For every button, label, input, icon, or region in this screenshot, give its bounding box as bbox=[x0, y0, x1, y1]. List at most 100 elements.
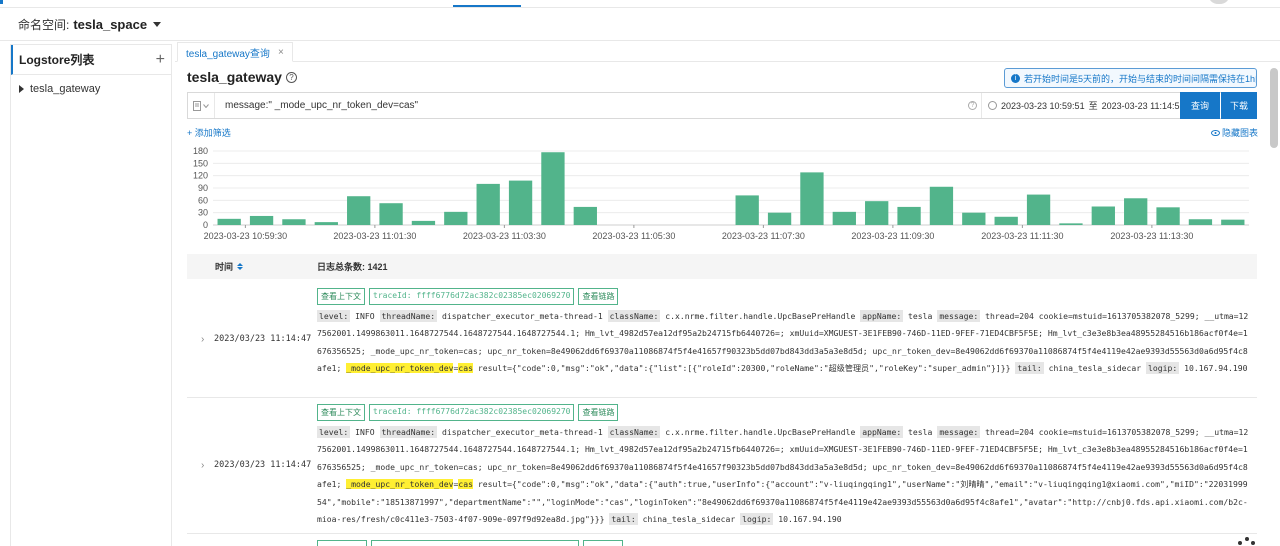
histogram-bar[interactable] bbox=[832, 211, 856, 225]
field-key-appname[interactable]: appName: bbox=[860, 426, 904, 438]
query-input[interactable] bbox=[215, 93, 965, 118]
histogram-bar[interactable] bbox=[1026, 194, 1051, 225]
field-key-tail[interactable]: tail: bbox=[609, 513, 638, 526]
histogram-bar[interactable] bbox=[929, 186, 954, 225]
histogram-bar[interactable] bbox=[249, 215, 274, 225]
histogram-bar[interactable] bbox=[962, 212, 986, 225]
y-tick-label: 150 bbox=[193, 158, 208, 168]
caret-down-icon[interactable] bbox=[153, 21, 162, 27]
view-context-button[interactable]: 查看上下文 bbox=[317, 288, 365, 305]
field-value-level: INFO bbox=[350, 427, 380, 437]
histogram-bar[interactable] bbox=[314, 222, 338, 225]
field-key-threadname[interactable]: threadName: bbox=[379, 310, 438, 322]
add-filter-link[interactable]: + 添加筛选 bbox=[187, 126, 231, 139]
add-logstore-button[interactable]: + bbox=[156, 51, 165, 69]
histogram-bar[interactable] bbox=[476, 183, 500, 225]
sidebar-item-tesla-gateway[interactable]: tesla_gateway bbox=[11, 75, 171, 103]
more-icon[interactable] bbox=[1236, 536, 1258, 546]
avatar[interactable] bbox=[1208, 0, 1230, 4]
field-key-level[interactable]: level: bbox=[317, 426, 351, 438]
namespace-bar: 命名空间: tesla_space bbox=[0, 8, 1280, 41]
logstore-sidebar: Logstore列表 + tesla_gateway bbox=[10, 44, 172, 546]
x-tick-label: 2023-03-23 11:13:30 bbox=[1110, 231, 1193, 241]
field-value-logip: 10.167.94.190 bbox=[1179, 363, 1248, 374]
histogram-bar[interactable] bbox=[865, 201, 889, 225]
field-key-message[interactable]: message: bbox=[937, 426, 981, 438]
histogram-bar[interactable] bbox=[897, 206, 921, 225]
histogram-bar[interactable] bbox=[1091, 206, 1115, 226]
histogram-bar[interactable] bbox=[800, 172, 824, 225]
histogram-bar[interactable] bbox=[347, 196, 371, 225]
field-value-classname: c.x.nrme.filter.handle.UpcBasePreHandle bbox=[660, 311, 861, 321]
log-actions: 查看上下文 traceId: ffff6776d72ac382c02385ec02… bbox=[317, 404, 619, 421]
time-range-notice: i 若开始时间是5天前的，开始与结束的时间间隔需保持在1h内！ bbox=[1004, 68, 1257, 88]
trace-id-badge: traceId: ffff6776d72ac382c02385ec0206927… bbox=[369, 404, 575, 421]
histogram-svg: 180 150 120 90 60 30 0 2023-03-23 10:59:30 2023… bbox=[193, 146, 1249, 241]
y-tick-label: 90 bbox=[198, 183, 208, 193]
histogram-bar[interactable] bbox=[994, 216, 1018, 225]
histogram-bar[interactable] bbox=[411, 220, 436, 225]
histogram-bar[interactable] bbox=[508, 180, 533, 225]
field-value-threadname: dispatcher_executor_meta-thread-1 bbox=[437, 311, 608, 321]
histogram-bar[interactable] bbox=[217, 218, 241, 225]
histogram-bar[interactable] bbox=[541, 152, 565, 225]
log-row: › 2023/03/23 11:14:47 查看上下文 traceId: ffff67… bbox=[187, 282, 1257, 398]
histogram-bar[interactable] bbox=[1156, 207, 1180, 225]
view-trace-button[interactable]: 查看链路 bbox=[578, 288, 619, 305]
histogram-bar[interactable] bbox=[573, 206, 597, 225]
view-context-button[interactable]: 查看上下文 bbox=[317, 404, 365, 421]
query-help-icon[interactable]: ? bbox=[968, 101, 977, 110]
namespace-select[interactable]: tesla_space bbox=[73, 17, 147, 32]
view-trace-button[interactable]: 查看链路 bbox=[578, 404, 619, 421]
help-icon[interactable]: ? bbox=[285, 71, 297, 83]
top-nav-bar bbox=[0, 0, 1280, 8]
histogram-bar[interactable] bbox=[282, 219, 306, 225]
histogram-bar[interactable] bbox=[1188, 219, 1213, 225]
highlight-match-value: cas bbox=[458, 363, 473, 374]
nav-edge-mark bbox=[0, 0, 3, 4]
expand-row-icon[interactable]: › bbox=[201, 334, 204, 345]
info-icon: i bbox=[1011, 73, 1020, 83]
histogram-bar[interactable] bbox=[1221, 219, 1245, 225]
field-value-tail: china_tesla_sidecar bbox=[1043, 363, 1147, 374]
query-language-select[interactable] bbox=[188, 93, 215, 118]
notice-text: 若开始时间是5天前的，开始与结束的时间间隔需保持在1h内！ bbox=[1024, 73, 1257, 84]
field-key-logip[interactable]: logip: bbox=[740, 513, 774, 526]
histogram-bar[interactable] bbox=[444, 211, 468, 225]
histogram-bar[interactable] bbox=[767, 212, 792, 225]
sort-icon[interactable] bbox=[237, 263, 244, 270]
eye-icon bbox=[1211, 129, 1220, 136]
field-key-level[interactable]: level: bbox=[317, 310, 351, 322]
field-key-classname[interactable]: className: bbox=[607, 426, 661, 438]
chevron-down-icon bbox=[203, 103, 209, 108]
download-button[interactable]: 下载 bbox=[1221, 92, 1257, 119]
field-key-message[interactable]: message: bbox=[937, 310, 981, 322]
expand-row-icon[interactable]: › bbox=[201, 460, 204, 471]
field-key-logip[interactable]: logip: bbox=[1146, 362, 1180, 375]
histogram-bar[interactable] bbox=[1124, 198, 1148, 225]
time-range-picker[interactable]: 2023-03-23 10:59:51 至 2023-03-23 11:14:5… bbox=[981, 93, 1185, 118]
page-scrollbar[interactable] bbox=[1270, 68, 1278, 148]
time-column-header[interactable]: 时间 bbox=[215, 260, 244, 273]
x-tick-label: 2023-03-23 10:59:30 bbox=[204, 231, 288, 241]
field-key-tail[interactable]: tail: bbox=[1015, 362, 1044, 375]
caret-right-icon[interactable] bbox=[19, 85, 24, 93]
field-key-threadname[interactable]: threadName: bbox=[379, 426, 438, 438]
histogram-bar[interactable] bbox=[1059, 223, 1083, 225]
hide-chart-link[interactable]: 隐藏图表 bbox=[1211, 126, 1258, 139]
field-value-appname: tesla bbox=[903, 311, 938, 321]
field-key-appname[interactable]: appName: bbox=[860, 310, 904, 322]
close-icon[interactable]: × bbox=[278, 47, 284, 58]
histogram-bar[interactable] bbox=[379, 203, 403, 225]
x-tick-label: 2023-03-23 11:05:30 bbox=[592, 231, 675, 241]
time-end: 2023-03-23 11:14:51 bbox=[1101, 100, 1185, 111]
hide-chart-label: 隐藏图表 bbox=[1222, 128, 1259, 138]
x-tick-label: 2023-03-23 11:09:30 bbox=[851, 231, 934, 241]
message-result: result={"code":0,"msg":"ok","data":{"lis… bbox=[472, 363, 1016, 374]
field-key-classname[interactable]: className: bbox=[607, 310, 661, 322]
tab-tesla-gateway-query[interactable]: tesla_gateway查询 × bbox=[177, 42, 293, 62]
field-value-classname: c.x.nrme.filter.handle.UpcBasePreHandle bbox=[660, 427, 861, 437]
query-button[interactable]: 查询 bbox=[1180, 92, 1220, 119]
y-tick-label: 120 bbox=[193, 171, 208, 181]
histogram-bar[interactable] bbox=[735, 195, 759, 225]
